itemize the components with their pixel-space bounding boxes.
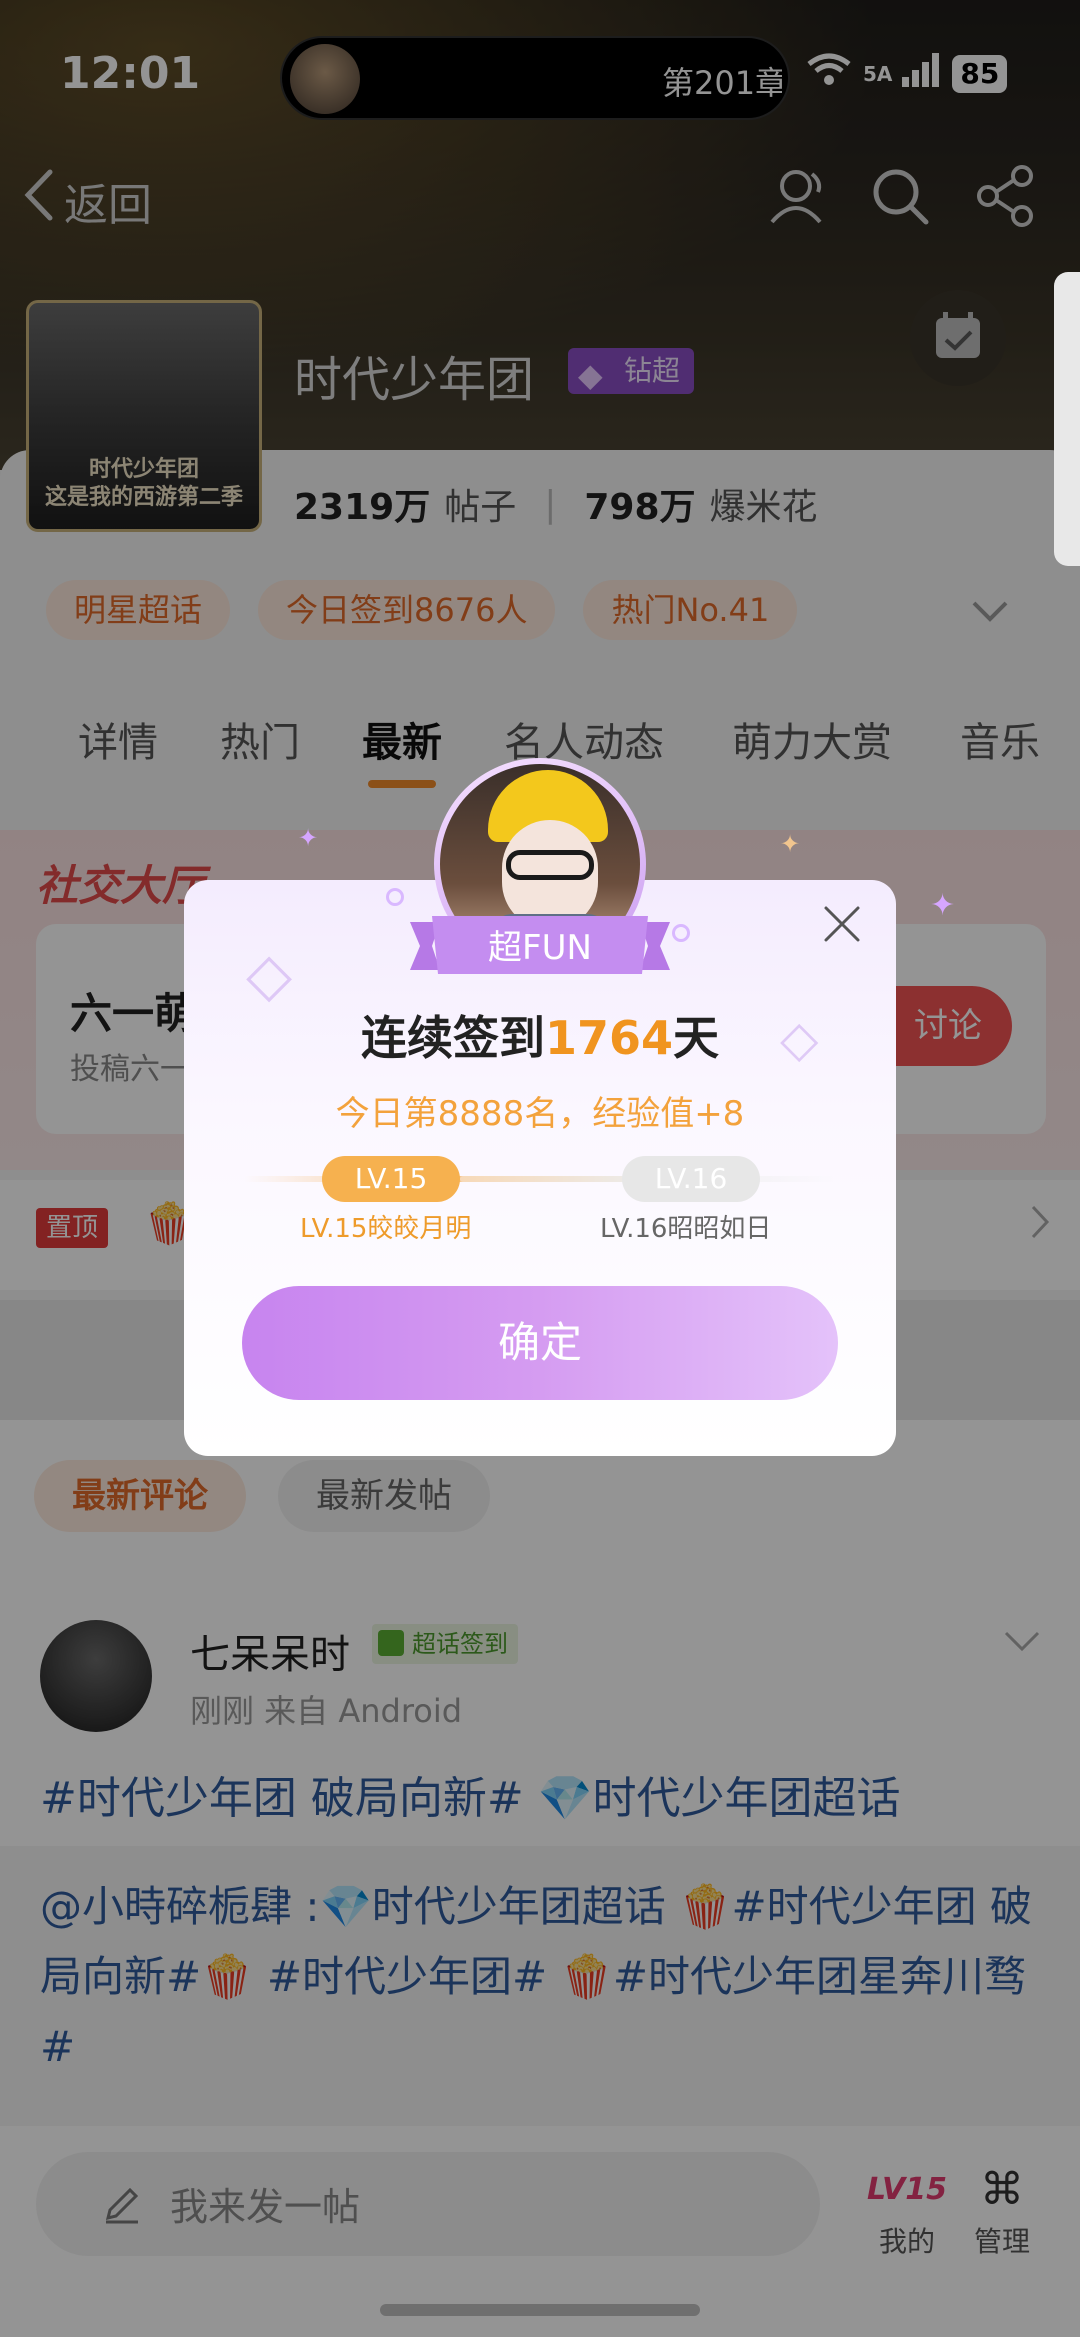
close-icon[interactable] (818, 900, 866, 948)
sparkle-icon: ✦ (780, 830, 801, 858)
title-prefix: 连续签到 (360, 1011, 545, 1065)
next-level-caption: LV.16昭昭如日 (600, 1214, 772, 1244)
next-level-pill: LV.16 (622, 1156, 760, 1202)
sparkle-icon: ✦ (930, 888, 956, 923)
current-level-pill: LV.15 (322, 1156, 460, 1202)
title-suffix: 天 (673, 1011, 720, 1065)
confirm-button[interactable]: 确定 (242, 1286, 838, 1400)
checkin-rank-subtitle: 今日第8888名，经验值+8 (335, 1094, 745, 1134)
ribbon-text: 超FUN (488, 928, 592, 968)
bubble-deco (672, 924, 690, 942)
checkin-days: 1764 (544, 1011, 674, 1065)
avatar-glasses (506, 850, 594, 880)
sparkle-icon: ✦ (298, 824, 319, 852)
current-level-caption: LV.15皎皎月明 (300, 1214, 472, 1244)
diamond-deco-icon: ◇ (246, 940, 293, 1010)
side-scroll-handle[interactable] (1054, 272, 1080, 566)
consecutive-checkin-title: 连续签到1764天 (184, 1002, 896, 1068)
bubble-deco (386, 888, 404, 906)
